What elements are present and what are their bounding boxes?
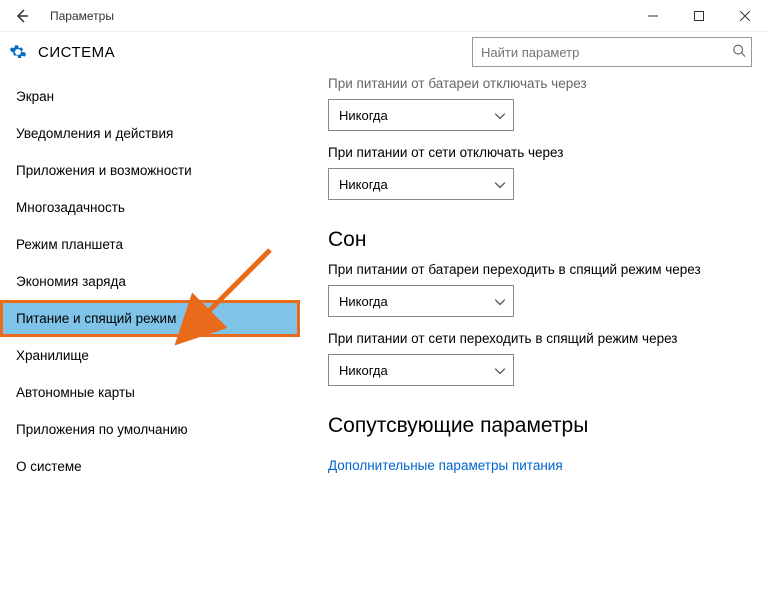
- related-heading: Сопутсвующие параметры: [328, 414, 756, 438]
- window-title: Параметры: [44, 9, 114, 23]
- select-value: Никогда: [339, 108, 388, 123]
- chevron-down-icon: [495, 294, 505, 309]
- sidebar-item-label: О системе: [16, 459, 82, 474]
- sidebar-item-offline-maps[interactable]: Автономные карты: [0, 374, 300, 411]
- sidebar-item-default-apps[interactable]: Приложения по умолчанию: [0, 411, 300, 448]
- sidebar-item-label: Хранилище: [16, 348, 89, 363]
- back-button[interactable]: [0, 0, 44, 32]
- close-button[interactable]: [722, 0, 768, 32]
- select-value: Никогда: [339, 363, 388, 378]
- chevron-down-icon: [495, 177, 505, 192]
- minimize-button[interactable]: [630, 0, 676, 32]
- sleep-ac-select[interactable]: Никогда: [328, 354, 514, 386]
- search-input[interactable]: [472, 37, 752, 67]
- sidebar-item-display[interactable]: Экран: [0, 78, 300, 115]
- select-value: Никогда: [339, 294, 388, 309]
- titlebar: Параметры: [0, 0, 768, 32]
- close-icon: [740, 11, 750, 21]
- chevron-down-icon: [495, 108, 505, 123]
- sidebar-item-label: Приложения и возможности: [16, 163, 192, 178]
- maximize-icon: [694, 11, 704, 21]
- sidebar-item-multitasking[interactable]: Многозадачность: [0, 189, 300, 226]
- sidebar-item-label: Автономные карты: [16, 385, 135, 400]
- page-heading: СИСТЕМА: [38, 44, 115, 61]
- sleep-battery-select[interactable]: Никогда: [328, 285, 514, 317]
- content-area: При питании от батареи отключать через Н…: [300, 72, 768, 605]
- screen-off-battery-select[interactable]: Никогда: [328, 99, 514, 131]
- arrow-left-icon: [14, 8, 30, 24]
- sidebar-item-label: Режим планшета: [16, 237, 123, 252]
- sidebar-item-label: Приложения по умолчанию: [16, 422, 188, 437]
- header: СИСТЕМА: [0, 32, 768, 72]
- sidebar-item-label: Уведомления и действия: [16, 126, 173, 141]
- window-controls: [630, 0, 768, 32]
- sleep-ac-label: При питании от сети переходить в спящий …: [328, 331, 756, 346]
- sidebar-item-battery[interactable]: Экономия заряда: [0, 263, 300, 300]
- gear-icon: [8, 42, 28, 62]
- chevron-down-icon: [495, 363, 505, 378]
- sidebar-item-about[interactable]: О системе: [0, 448, 300, 485]
- screen-off-battery-label: При питании от батареи отключать через: [328, 76, 756, 91]
- sidebar-item-apps[interactable]: Приложения и возможности: [0, 152, 300, 189]
- search-icon: [732, 44, 746, 61]
- minimize-icon: [648, 11, 658, 21]
- sidebar-item-label: Экран: [16, 89, 54, 104]
- sidebar: Экран Уведомления и действия Приложения …: [0, 72, 300, 605]
- maximize-button[interactable]: [676, 0, 722, 32]
- sleep-heading: Сон: [328, 228, 756, 252]
- sidebar-item-power-sleep[interactable]: Питание и спящий режим: [0, 300, 300, 337]
- sidebar-item-notifications[interactable]: Уведомления и действия: [0, 115, 300, 152]
- sidebar-item-storage[interactable]: Хранилище: [0, 337, 300, 374]
- search-wrap: [472, 37, 752, 67]
- sidebar-item-label: Экономия заряда: [16, 274, 126, 289]
- select-value: Никогда: [339, 177, 388, 192]
- sidebar-item-label: Питание и спящий режим: [16, 311, 176, 326]
- sidebar-item-tablet[interactable]: Режим планшета: [0, 226, 300, 263]
- sleep-battery-label: При питании от батареи переходить в спящ…: [328, 262, 756, 277]
- additional-power-link[interactable]: Дополнительные параметры питания: [328, 458, 563, 473]
- sidebar-item-label: Многозадачность: [16, 200, 125, 215]
- screen-off-ac-label: При питании от сети отключать через: [328, 145, 756, 160]
- screen-off-ac-select[interactable]: Никогда: [328, 168, 514, 200]
